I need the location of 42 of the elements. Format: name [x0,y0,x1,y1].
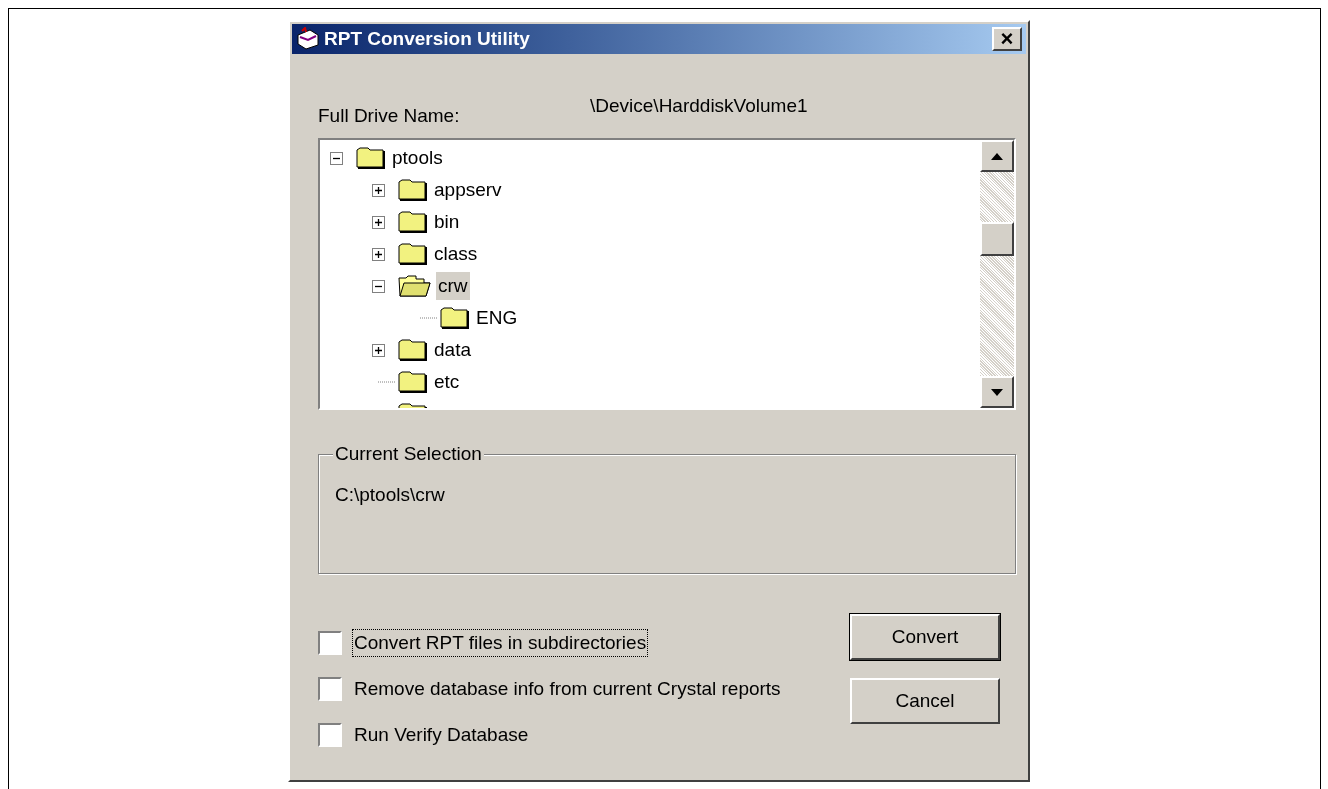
folder-icon [440,307,470,329]
option-label: Remove database info from current Crystal reports [353,677,782,701]
tree-item[interactable]: etc [432,368,462,396]
window-title: RPT Conversion Utility [324,26,530,51]
expand-icon[interactable] [372,215,385,229]
folder-icon [398,211,428,233]
down-arrow-icon [991,388,1003,396]
tree-item[interactable]: ENG [474,304,520,332]
folder-icon [398,243,428,265]
collapse-icon[interactable] [372,279,385,293]
tree-item[interactable]: crw [436,272,470,300]
expand-icon[interactable] [372,343,385,357]
tree-item[interactable]: ptools [390,144,445,172]
expand-icon[interactable] [372,247,385,261]
drive-name-label: Full Drive Name: [318,104,461,128]
dialog-button[interactable]: Convert [850,614,1000,660]
folder-icon [398,339,428,361]
tree-item[interactable]: bin [432,208,462,236]
tree-item[interactable]: class [432,240,480,268]
collapse-icon[interactable] [330,151,343,165]
checkbox[interactable] [318,677,342,701]
current-selection-path: C:\ptools\crw [335,483,445,507]
app-icon [296,27,320,51]
expand-icon[interactable] [372,183,385,197]
scroll-thumb[interactable] [980,222,1014,256]
scroll-down-button[interactable] [980,376,1014,408]
option-label: Convert RPT files in subdirectories [352,629,649,657]
checkbox[interactable] [318,631,342,655]
folder-icon [356,147,386,169]
scroll-up-button[interactable] [980,140,1014,172]
drive-name-value: \Device\HarddiskVolume1 [590,94,808,118]
tree-item[interactable]: appserv [432,176,504,204]
tree-item[interactable]: data [432,336,473,364]
dialog-button[interactable]: Cancel [850,678,1000,724]
scrollbar[interactable] [980,140,1014,408]
open-folder-icon [398,275,432,297]
up-arrow-icon [991,152,1003,160]
close-button[interactable]: × [992,27,1022,51]
folder-icon [398,179,428,201]
checkbox[interactable] [318,723,342,747]
folder-icon [398,371,428,393]
option-label: Run Verify Database [353,723,530,747]
